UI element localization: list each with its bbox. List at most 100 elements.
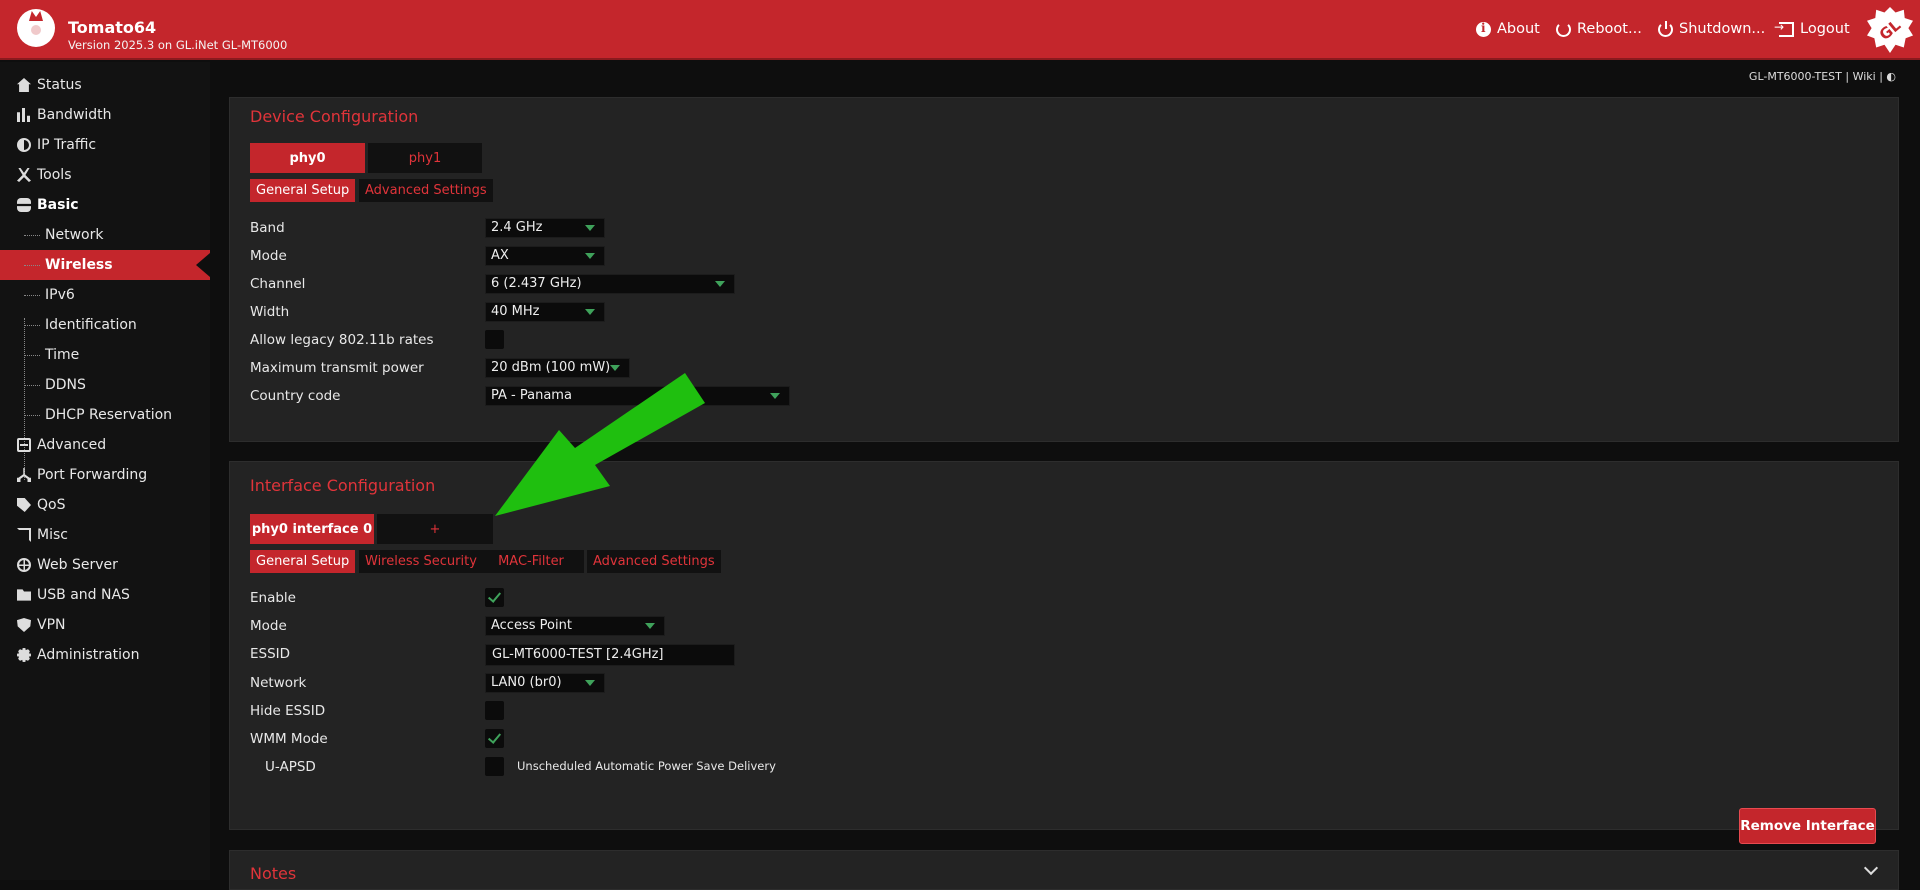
tomato-logo-icon[interactable] [17,9,55,47]
top-bar: Tomato64 Version 2025.3 on GL.iNet GL-MT… [0,0,1920,60]
sidebar-item-qos[interactable]: QoS [0,490,210,520]
band-select[interactable]: 2.4 GHz [485,218,605,238]
essid-input[interactable]: GL-MT6000-TEST [2.4GHz] [485,644,735,666]
reboot-icon [1556,21,1571,37]
sidebar-item-label: Misc [37,527,68,543]
uapsd-checkbox[interactable] [485,757,504,776]
bar-chart-icon [17,108,31,122]
sidebar-item-time[interactable]: Time [0,340,210,370]
add-interface-tab[interactable]: + [377,514,493,544]
subtab-advanced-settings[interactable]: Advanced Settings [359,179,493,202]
sidebar-item-status[interactable]: Status [0,70,210,100]
shutdown-link[interactable]: Shutdown... [1658,20,1766,37]
panel-title: Notes [250,864,297,883]
reboot-label: Reboot... [1577,21,1642,37]
sidebar-item-misc[interactable]: Misc [0,520,210,550]
globe-icon [17,558,31,572]
subtab-general-setup[interactable]: General Setup [250,179,356,202]
mode-label: Mode [250,248,287,264]
notes-panel[interactable]: Notes [229,850,1899,890]
sidebar-item-label: Time [45,347,80,363]
wmm-mode-checkbox[interactable] [485,729,504,748]
legacy-rates-checkbox[interactable] [485,330,504,349]
network-select[interactable]: LAN0 (br0) [485,673,605,693]
box-icon [17,438,31,452]
country-label: Country code [250,388,341,404]
tx-power-label: Maximum transmit power [250,360,424,376]
legacy-rates-label: Allow legacy 802.11b rates [250,332,434,348]
about-label: About [1497,21,1540,37]
shield-icon [17,618,31,632]
tab-phy1[interactable]: phy1 [368,143,482,173]
sidebar-item-label: Port Forwarding [37,467,148,483]
hide-essid-label: Hide ESSID [250,703,326,719]
sidebar-item-label: DHCP Reservation [45,407,173,423]
sidebar-item-wireless[interactable]: Wireless [0,250,210,280]
sidebar-item-ip-traffic[interactable]: IP Traffic [0,130,210,160]
sidebar-item-ddns[interactable]: DDNS [0,370,210,400]
uapsd-hint: Unscheduled Automatic Power Save Deliver… [517,759,776,773]
mode-select[interactable]: AX [485,246,605,266]
app-title: Tomato64 [68,18,157,37]
sidebar-item-vpn[interactable]: VPN [0,610,210,640]
width-select[interactable]: 40 MHz [485,302,605,322]
wmm-mode-label: WMM Mode [250,731,328,747]
pie-icon [17,138,31,152]
network-label: Network [250,675,307,691]
sidebar-item-label: Administration [37,647,140,663]
app-version: Version 2025.3 on GL.iNet GL-MT6000 [68,38,288,52]
info-icon [1476,21,1491,37]
tab-phy0[interactable]: phy0 [250,143,365,173]
power-icon [1658,20,1673,37]
sidebar-item-network[interactable]: Network [0,220,210,250]
sidebar-item-label: Identification [45,317,137,333]
sidebar-item-tools[interactable]: Tools [0,160,210,190]
remove-interface-button[interactable]: Remove Interface [1739,808,1876,844]
sidebar-item-label: DDNS [45,377,86,393]
tools-icon [17,168,31,182]
subtab-general-setup[interactable]: General Setup [250,550,356,573]
reboot-link[interactable]: Reboot... [1556,21,1642,37]
hide-essid-checkbox[interactable] [485,701,504,720]
essid-label: ESSID [250,646,291,662]
enable-label: Enable [250,590,296,606]
mode-select[interactable]: Access Point [485,616,665,636]
sidebar-item-ipv6[interactable]: IPv6 [0,280,210,310]
sidebar-item-usb-nas[interactable]: USB and NAS [0,580,210,610]
about-link[interactable]: About [1476,21,1540,37]
sidebar-item-label: Advanced [37,437,107,453]
sidebar-item-basic[interactable]: Basic [0,190,210,220]
subtab-wireless-security[interactable]: Wireless Security [359,550,483,573]
logout-link[interactable]: Logout [1774,20,1850,38]
sidebar-item-label: Wireless [45,257,113,273]
sidebar-item-web-server[interactable]: Web Server [0,550,210,580]
breadcrumb[interactable]: GL-MT6000-TEST | Wiki | ◐ [1749,70,1896,83]
width-label: Width [250,304,290,320]
shutdown-label: Shutdown... [1679,21,1766,37]
uapsd-label: U-APSD [265,759,316,775]
sidebar-item-label: Tools [37,167,72,183]
channel-select[interactable]: 6 (2.437 GHz) [485,274,735,294]
sidebar-item-label: IPv6 [45,287,75,303]
tab-phy0-interface-0[interactable]: phy0 interface 0 [250,514,374,544]
sidebar-item-label: USB and NAS [37,587,130,603]
enable-checkbox[interactable] [485,588,504,607]
mode-label: Mode [250,618,287,634]
sidebar-item-label: Status [37,77,82,93]
sidebar-item-label: Web Server [37,557,118,573]
tag-icon [17,498,31,512]
sidebar-item-advanced[interactable]: Advanced [0,430,210,460]
sidebar-item-bandwidth[interactable]: Bandwidth [0,100,210,130]
sidebar-item-port-forwarding[interactable]: Port Forwarding [0,460,210,490]
subtab-mac-filter[interactable]: MAC-Filter [478,550,584,573]
folder-icon [17,589,31,601]
annotation-arrow [495,373,705,516]
sidebar-item-identification[interactable]: Identification [0,310,210,340]
subtab-advanced-settings[interactable]: Advanced Settings [587,550,721,573]
chevron-down-icon[interactable] [1863,860,1879,876]
sidebar-item-administration[interactable]: Administration [0,640,210,670]
interface-configuration-panel: Interface Configuration phy0 interface 0… [229,461,1899,844]
panel-title: Interface Configuration [250,476,436,495]
sidebar-item-dhcp-reservation[interactable]: DHCP Reservation [0,400,210,430]
sidebar-item-label: IP Traffic [37,137,97,153]
